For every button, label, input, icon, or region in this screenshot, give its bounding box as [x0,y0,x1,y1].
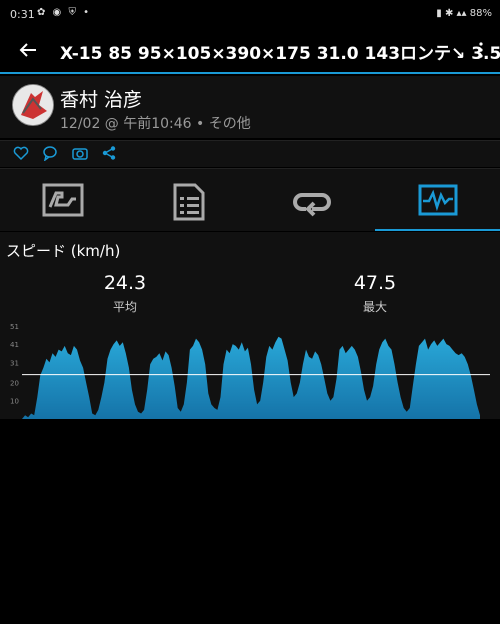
y-tick-label: 31 [10,359,19,367]
activity-tabs [0,168,500,231]
share-icon[interactable] [101,145,117,161]
status-right: ▮ ✱ ▴▴ 88% [436,8,492,19]
max-speed-label: 最大 [362,300,387,314]
tab-laps[interactable] [250,169,375,231]
back-arrow-icon[interactable] [17,39,39,61]
avatar-image [13,85,53,125]
tab-overview[interactable] [0,169,125,231]
charts-tab-icon [418,184,458,216]
y-tick-label: 51 [10,323,19,331]
camera-icon[interactable] [72,145,88,161]
notification-icons: ✿ ◉ ⛨ • [37,7,92,18]
laps-tab-icon [293,193,331,217]
athlete-name[interactable]: 香村 治彦 [60,85,142,112]
app-bar-divider [0,72,500,74]
tab-charts[interactable] [375,169,500,231]
activity-title: X-15 85 95×105×390×175 31.0 143ロンテ↘ 3.5℃ [60,44,500,64]
max-speed-value: 47.5 [353,272,397,294]
action-bar [0,140,500,167]
stats-tab-icon [173,183,205,221]
speed-title: スピード (km/h) [6,242,121,260]
avg-speed-value: 24.3 [103,272,147,294]
y-tick-label: 41 [10,341,19,349]
tab-stats[interactable] [125,169,250,231]
status-time: 0:31 [10,8,35,21]
y-tick-label: 20 [10,379,19,387]
overview-tab-icon [42,183,84,217]
avatar[interactable] [12,84,54,126]
app-bar: X-15 85 95×105×390×175 31.0 143ロンテ↘ 3.5℃ [0,30,500,72]
like-icon[interactable] [13,145,29,161]
avg-speed-label: 平均 [112,300,137,314]
activity-meta: 12/02 @ 午前10:46 • その他 [60,116,251,132]
y-tick-label: 10 [10,398,19,406]
status-bar: 0:31 ✿ ◉ ⛨ • ▮ ✱ ▴▴ 88% [0,0,500,30]
speed-area-series [22,336,480,419]
battery-level: 88% [469,8,492,19]
signal-icon: ▮ ✱ ▴▴ [436,8,467,19]
comment-icon[interactable] [42,145,58,161]
speed-chart: 51 41 31 20 10 [10,323,490,419]
more-options-icon[interactable] [479,42,483,58]
